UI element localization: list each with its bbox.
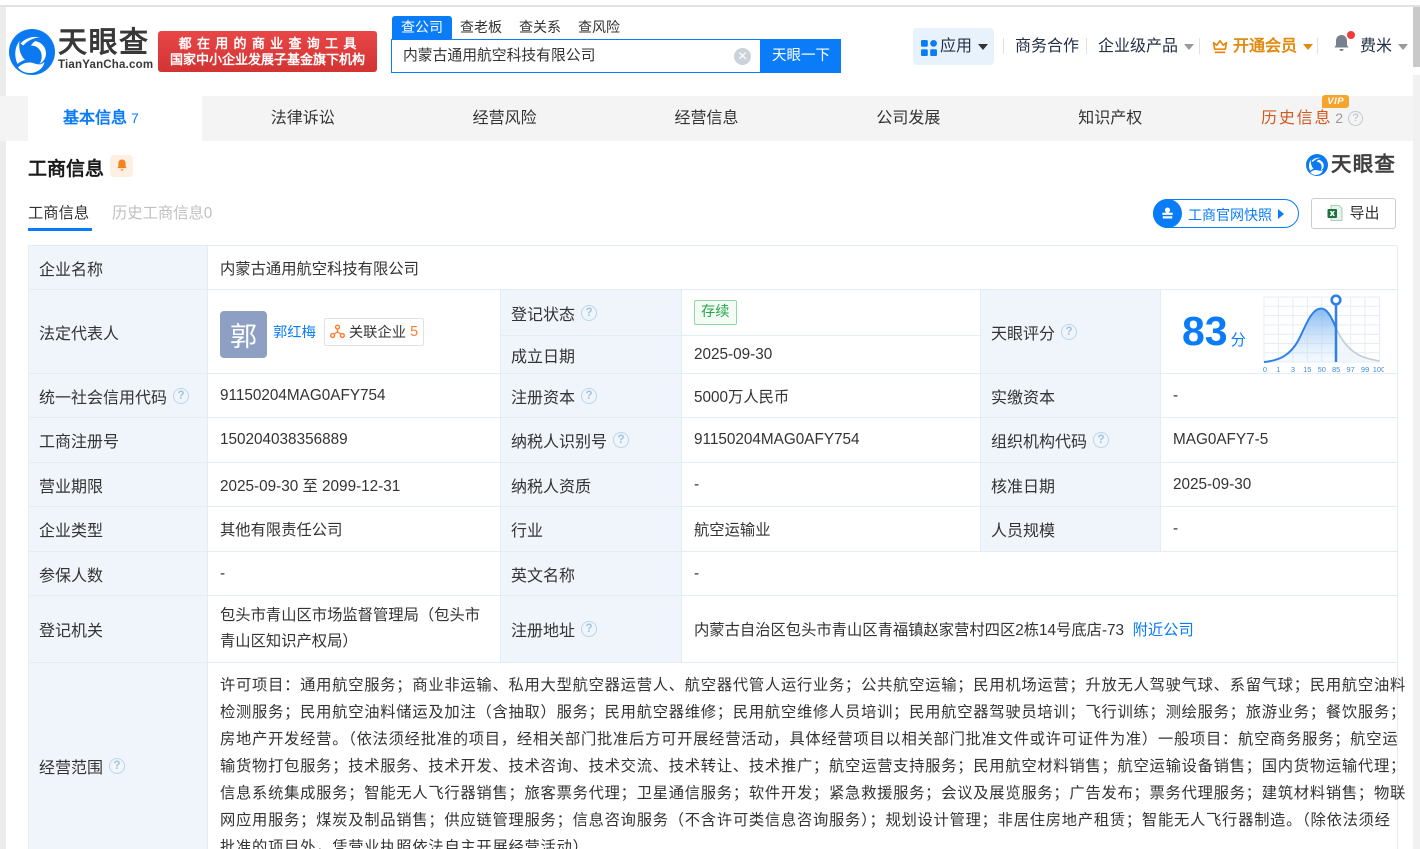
svg-text:3: 3 (1291, 365, 1295, 373)
svg-text:15: 15 (1303, 365, 1311, 373)
svg-text:85: 85 (1332, 365, 1340, 373)
svg-text:97: 97 (1346, 365, 1354, 373)
svg-text:100: 100 (1373, 365, 1384, 373)
svg-text:99: 99 (1361, 365, 1369, 373)
svg-text:0: 0 (1263, 365, 1267, 373)
svg-text:50: 50 (1318, 365, 1326, 373)
svg-text:1: 1 (1276, 365, 1280, 373)
